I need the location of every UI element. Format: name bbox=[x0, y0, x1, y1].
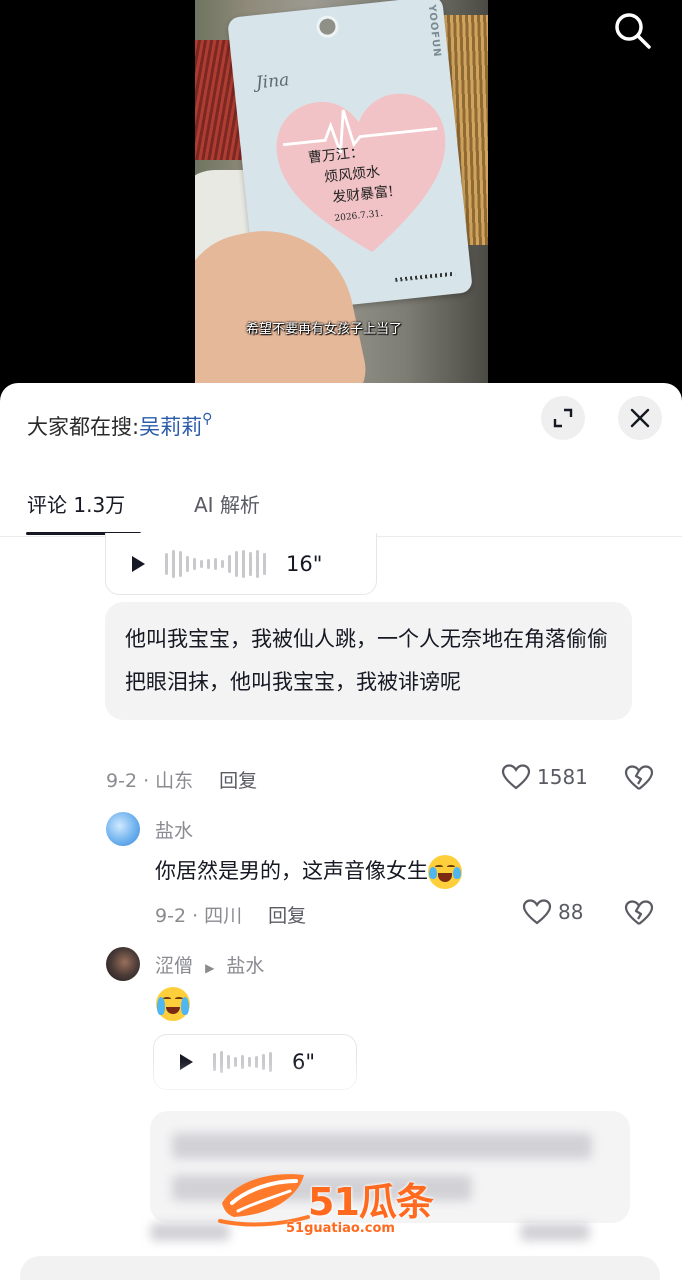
tab-comments[interactable]: 评论 1.3万 bbox=[27, 489, 125, 518]
trending-keyword[interactable]: 吴莉莉 bbox=[139, 415, 202, 439]
card-brand: YOOFUN bbox=[425, 4, 443, 59]
crying-emoji bbox=[156, 987, 190, 1021]
reply-username[interactable]: 涩僧 bbox=[155, 955, 193, 977]
close-icon bbox=[630, 408, 650, 428]
reply-meta: 9-2 · 四川 回复 bbox=[155, 901, 306, 928]
watermark-logo-icon bbox=[218, 1174, 310, 1227]
avatar[interactable] bbox=[106, 812, 140, 846]
comment-meta: 9-2 · 山东 回复 bbox=[106, 766, 257, 793]
search-icon[interactable] bbox=[612, 10, 652, 50]
comment-sheet: 大家都在搜:吴莉莉⚲ 评论 1.3万 AI 解析 16" 他叫我宝宝，我被仙人跳… bbox=[0, 383, 682, 1280]
trending-prefix: 大家都在搜: bbox=[27, 415, 140, 439]
voice-message[interactable]: 16" bbox=[105, 533, 377, 595]
voice-duration: 16" bbox=[286, 551, 323, 576]
watermark: 51瓜条 51guatiao.com bbox=[218, 1163, 468, 1243]
close-button[interactable] bbox=[618, 396, 662, 440]
broken-heart-icon[interactable] bbox=[624, 899, 654, 927]
reply-button[interactable]: 回复 bbox=[268, 905, 306, 927]
search-small-icon: ⚲ bbox=[202, 411, 213, 427]
card-signature: Jina bbox=[254, 70, 291, 94]
heart-icon bbox=[501, 764, 531, 790]
comment-text: 他叫我宝宝，我被仙人跳，一个人无奈地在角落偷偷把眼泪抹，他叫我宝宝，我被诽谤呢 bbox=[105, 602, 632, 720]
avatar[interactable] bbox=[106, 947, 140, 981]
video-player[interactable]: YOOFUN Jina 曹万江： 烦风烦水 发财暴富! 2026.7.31. 希… bbox=[0, 0, 682, 400]
play-icon[interactable] bbox=[132, 555, 145, 572]
broken-heart-icon[interactable] bbox=[624, 764, 654, 792]
watermark-url: 51guatiao.com bbox=[286, 1221, 395, 1236]
laughing-tears-emoji bbox=[428, 855, 462, 889]
reply-arrow-icon: ▶ bbox=[205, 961, 215, 975]
like-button[interactable]: 88 bbox=[522, 898, 583, 926]
video-frame: YOOFUN Jina 曹万江： 烦风烦水 发财暴富! 2026.7.31. bbox=[195, 0, 488, 400]
reply-text: 你居然是男的，这声音像女生 bbox=[155, 855, 462, 889]
reply-to-username[interactable]: 盐水 bbox=[226, 955, 264, 977]
like-count: 1581 bbox=[537, 765, 588, 789]
like-count: 88 bbox=[558, 900, 584, 924]
card-barcode bbox=[395, 271, 456, 282]
voice-duration: 6" bbox=[292, 1050, 316, 1074]
comment-input-bar[interactable] bbox=[20, 1256, 660, 1280]
heart-icon bbox=[522, 899, 552, 925]
reply-username[interactable]: 盐水 bbox=[155, 816, 193, 843]
watermark-text: 51瓜条 bbox=[308, 1180, 434, 1224]
expand-icon bbox=[553, 408, 573, 428]
handwritten-note: 曹万江： 烦风烦水 发财暴富! 2026.7.31. bbox=[307, 136, 435, 232]
tab-ai-analysis[interactable]: AI 解析 bbox=[194, 489, 260, 518]
waveform bbox=[165, 549, 266, 578]
play-icon[interactable] bbox=[180, 1054, 193, 1070]
video-subtitle: 希望不要再有女孩子上当了 bbox=[246, 322, 403, 337]
reply-text-content: 你居然是男的，这声音像女生 bbox=[155, 859, 428, 883]
comment-date-location: 9-2 · 山东 bbox=[106, 770, 194, 792]
expand-button[interactable] bbox=[541, 396, 585, 440]
reply-date-location: 9-2 · 四川 bbox=[155, 905, 243, 927]
like-button[interactable]: 1581 bbox=[501, 763, 588, 791]
trending-search[interactable]: 大家都在搜:吴莉莉⚲ bbox=[27, 411, 212, 441]
reply-username-line: 涩僧 ▶ 盐水 bbox=[155, 951, 264, 978]
waveform bbox=[213, 1051, 272, 1073]
reply-button[interactable]: 回复 bbox=[219, 770, 257, 792]
card-hole bbox=[315, 14, 340, 39]
